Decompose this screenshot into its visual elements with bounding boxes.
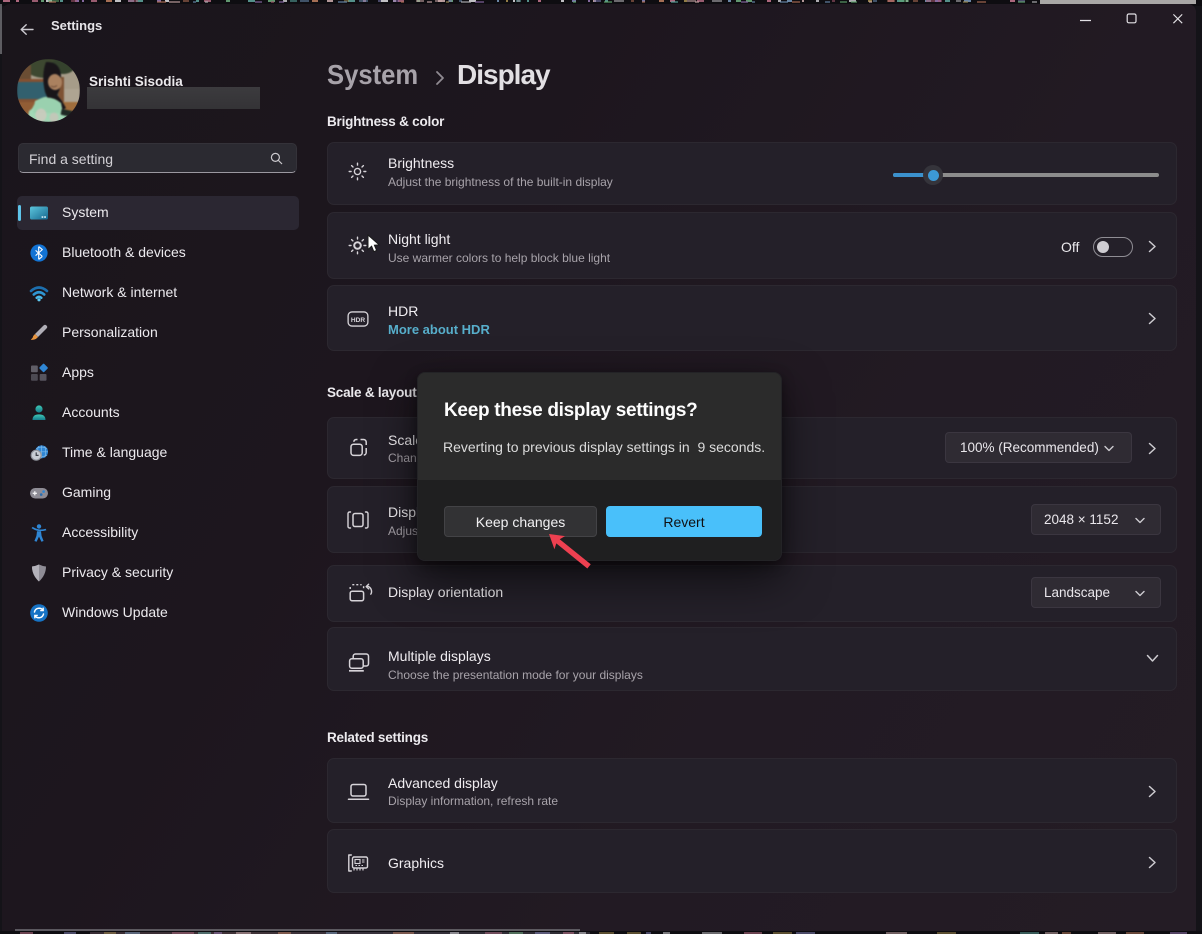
svg-text:HDR: HDR xyxy=(351,317,366,324)
